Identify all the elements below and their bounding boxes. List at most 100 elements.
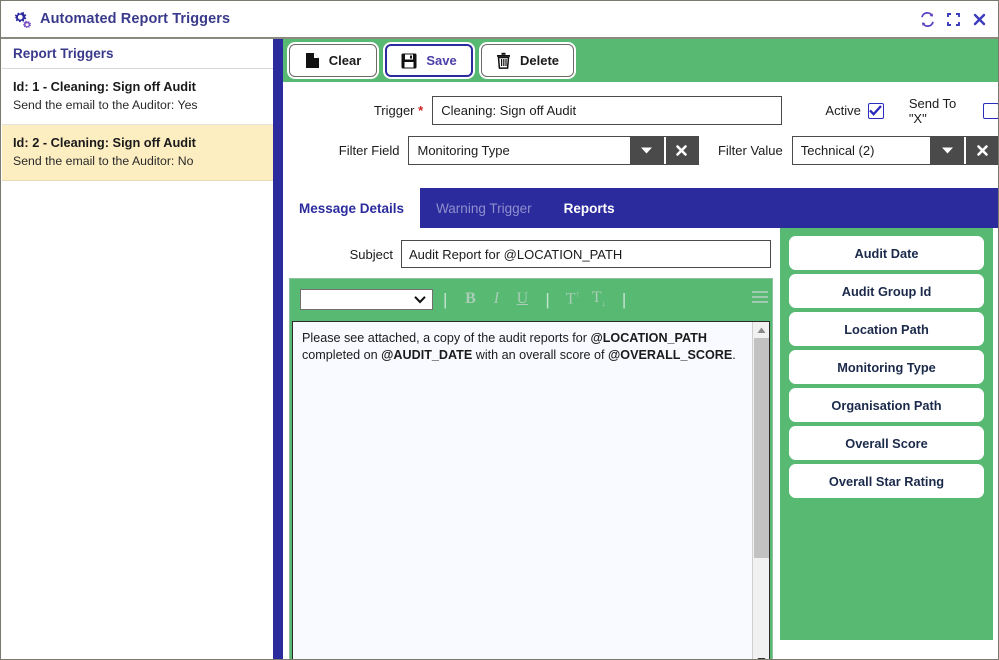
toolbar-separator: | [443, 289, 448, 309]
trash-icon [497, 52, 510, 69]
placeholder-panel: Audit Date Audit Group Id Location Path … [780, 228, 993, 640]
editor-token-location-path: @LOCATION_PATH [590, 331, 707, 345]
chevron-down-icon [941, 147, 953, 154]
filter-row: Filter Field Monitoring Type Filter Valu… [283, 136, 998, 165]
font-select[interactable] [300, 288, 433, 310]
editor-text-4: . [732, 348, 736, 362]
subject-input-value: Audit Report for @LOCATION_PATH [409, 246, 623, 262]
active-label: Active [825, 103, 861, 118]
delete-button-label: Delete [520, 53, 560, 68]
editor-body[interactable]: Please see attached, a copy of the audit… [293, 322, 752, 659]
editor-text-3: with an overall score of [472, 348, 609, 362]
filter-value-value: Technical (2) [800, 143, 875, 158]
editor-toolbar: | B I U | T↑ T↓ | [290, 279, 772, 319]
title-bar: Automated Report Triggers [1, 1, 998, 39]
list-item[interactable]: Id: 1 - Cleaning: Sign off Audit Send th… [2, 69, 273, 125]
report-triggers-sidebar: Report Triggers Id: 1 - Cleaning: Sign o… [2, 39, 273, 659]
subscript-icon: T↓ [591, 289, 606, 309]
active-checkbox[interactable] [867, 102, 884, 119]
trigger-input-value: Cleaning: Sign off Audit [441, 103, 577, 118]
filter-field-label: Filter Field [338, 143, 400, 158]
filter-value-clear-icon[interactable] [964, 137, 998, 164]
italic-icon: I [493, 290, 500, 307]
placeholder-button-organisation-path[interactable]: Organisation Path [789, 388, 984, 422]
filter-value-dropdown-arrow[interactable] [930, 137, 965, 164]
sidebar-header: Report Triggers [2, 39, 273, 69]
active-checkbox-group: Active [825, 102, 884, 119]
chevron-down-icon [641, 147, 653, 154]
placeholder-button-overall-score[interactable]: Overall Score [789, 426, 984, 460]
list-item-title: Id: 2 - Cleaning: Sign off Audit [13, 135, 196, 150]
check-icon [869, 105, 883, 116]
editor-content-area: Please see attached, a copy of the audit… [292, 321, 770, 659]
close-icon[interactable] [971, 11, 988, 28]
vertical-divider [273, 39, 283, 659]
filter-field-value: Monitoring Type [417, 143, 510, 158]
subject-label: Subject [349, 246, 393, 262]
close-icon [676, 145, 688, 156]
cogs-icon [10, 9, 32, 29]
app-window: Automated Report Triggers Report Trigger… [0, 0, 999, 660]
message-editor: | B I U | T↑ T↓ | Please see attached, a… [289, 278, 773, 659]
filter-field-dropdown-arrow[interactable] [629, 137, 664, 164]
delete-button[interactable]: Delete [481, 44, 575, 77]
action-toolbar: Clear Save Delete [283, 39, 998, 82]
editor-scrollbar[interactable] [752, 322, 769, 659]
bold-icon: B [465, 290, 476, 307]
filter-value-select[interactable]: Technical (2) [791, 136, 998, 165]
send-to-x-checkbox[interactable] [983, 102, 998, 119]
list-item-subtitle: Send the email to the Auditor: No [13, 154, 194, 168]
clear-button[interactable]: Clear [289, 44, 377, 77]
tab-message-details[interactable]: Message Details [283, 188, 421, 228]
list-item-title: Id: 1 - Cleaning: Sign off Audit [13, 79, 196, 94]
editor-token-audit-date: @AUDIT_DATE [381, 348, 473, 362]
window-title: Automated Report Triggers [40, 11, 231, 27]
save-button-label: Save [426, 53, 457, 68]
filter-field-clear-icon[interactable] [663, 137, 698, 164]
editor-token-overall-score: @OVERALL_SCORE [608, 348, 733, 362]
trigger-form: Trigger * Cleaning: Sign off Audit Activ… [283, 82, 998, 188]
clear-button-label: Clear [328, 53, 362, 68]
send-to-x-checkbox-group: Send To "X" [908, 95, 998, 126]
placeholder-button-location-path[interactable]: Location Path [789, 312, 984, 346]
scrollbar-track[interactable] [753, 338, 769, 652]
document-icon [305, 53, 319, 68]
superscript-icon: T↑ [565, 289, 580, 308]
trigger-row: Trigger * Cleaning: Sign off Audit Activ… [283, 95, 998, 126]
title-bar-left: Automated Report Triggers [1, 9, 919, 29]
underline-icon: U [516, 290, 529, 307]
filter-field-select[interactable]: Monitoring Type [408, 136, 699, 165]
trigger-label-text: Trigger [373, 103, 415, 118]
close-icon [976, 145, 988, 156]
scrollbar-thumb[interactable] [754, 338, 769, 558]
tab-reports[interactable]: Reports [548, 188, 631, 228]
required-mark: * [418, 103, 424, 118]
scroll-up-icon[interactable] [757, 322, 766, 338]
placeholder-button-monitoring-type[interactable]: Monitoring Type [789, 350, 984, 384]
chevron-down-icon [414, 295, 426, 303]
scroll-down-icon[interactable] [757, 652, 766, 659]
list-item[interactable]: Id: 2 - Cleaning: Sign off Audit Send th… [2, 125, 273, 181]
refresh-icon[interactable] [919, 11, 936, 28]
placeholder-button-audit-date[interactable]: Audit Date [789, 236, 984, 270]
tab-warning-trigger: Warning Trigger [436, 200, 532, 216]
floppy-disk-icon [401, 53, 417, 68]
placeholder-button-overall-star-rating[interactable]: Overall Star Rating [789, 464, 984, 498]
save-button[interactable]: Save [385, 44, 473, 77]
main-pane: Clear Save Delete Trigger * Cleaning: Si… [283, 39, 998, 659]
list-item-subtitle: Send the email to the Auditor: Yes [13, 98, 198, 112]
sidebar-header-label: Report Triggers [13, 46, 114, 61]
placeholder-button-audit-group-id[interactable]: Audit Group Id [789, 274, 984, 308]
editor-text-1: Please see attached, a copy of the audit… [302, 331, 591, 345]
toolbar-separator: | [545, 289, 550, 309]
window-controls [919, 11, 998, 28]
trigger-label: Trigger * [283, 103, 432, 118]
filter-value-label: Filter Value [717, 143, 783, 158]
subject-input[interactable]: Audit Report for @LOCATION_PATH [401, 240, 771, 268]
send-to-x-label: Send To "X" [908, 95, 957, 126]
maximize-icon[interactable] [945, 11, 962, 28]
menu-icon [751, 290, 769, 309]
tab-bar: Message Details Warning Trigger Reports [283, 188, 998, 228]
trigger-input[interactable]: Cleaning: Sign off Audit [432, 96, 783, 125]
message-details-panel: Subject Audit Report for @LOCATION_PATH … [283, 228, 998, 659]
